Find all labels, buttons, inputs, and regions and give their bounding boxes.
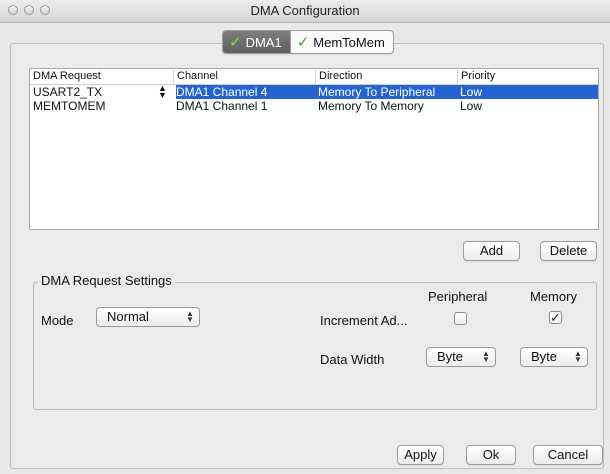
column-header-priority[interactable]: Priority (457, 70, 600, 84)
table-row[interactable]: USART2_TX ▲ ▼ DMA1 Channel 4 Memory To Pe… (30, 84, 598, 100)
data-width-memory-value: Byte (531, 349, 558, 364)
memory-column-label: Memory (530, 289, 577, 304)
add-button[interactable]: Add (463, 241, 520, 261)
mode-label: Mode (41, 313, 74, 328)
channel-cell: DMA1 Channel 4 (176, 85, 268, 99)
cancel-button[interactable]: Cancel (533, 445, 603, 465)
up-down-arrows-icon: ▲ ▼ (574, 349, 582, 364)
increment-address-label: Increment Ad... (320, 313, 408, 328)
request-cell: MEMTOMEM (33, 99, 106, 113)
dma-request-table[interactable]: DMA Request Channel Direction Priority U… (29, 68, 599, 230)
data-width-label: Data Width (320, 352, 385, 367)
tab-dma1[interactable]: ✓ DMA1 (223, 31, 290, 53)
check-icon: ✓ (296, 33, 310, 51)
direction-cell: Memory To Memory (318, 99, 424, 113)
increment-peripheral-checkbox[interactable] (454, 312, 467, 325)
window-title: DMA Configuration (250, 3, 360, 18)
ok-button[interactable]: Ok (466, 445, 516, 465)
up-down-arrows-icon[interactable]: ▲ ▼ (158, 84, 167, 100)
data-width-memory-select[interactable]: Byte ▲ ▼ (520, 347, 588, 367)
data-width-peripheral-select[interactable]: Byte ▲ ▼ (426, 347, 496, 367)
priority-cell: Low (460, 99, 483, 113)
dma-request-settings-group (33, 282, 597, 410)
priority-cell: Low (460, 85, 483, 99)
up-down-arrows-icon: ▲ ▼ (482, 349, 490, 364)
data-width-peripheral-value: Byte (437, 349, 464, 364)
checkmark-icon: ✓ (550, 310, 561, 325)
column-header-dma-request[interactable]: DMA Request (30, 70, 173, 84)
mode-select[interactable]: Normal ▲ ▼ (96, 307, 200, 327)
request-cell[interactable]: USART2_TX ▲ ▼ (30, 84, 176, 100)
title-bar: DMA Configuration (0, 0, 610, 23)
table-row[interactable]: MEMTOMEM DMA1 Channel 1 Memory To Memory… (30, 99, 598, 113)
apply-button[interactable]: Apply (397, 445, 444, 465)
tab-memtomem[interactable]: ✓ MemToMem (289, 31, 393, 53)
table-header: DMA Request Channel Direction Priority (30, 69, 598, 85)
tab-label: MemToMem (313, 34, 385, 50)
delete-button[interactable]: Delete (540, 241, 597, 261)
tab-bar: ✓ DMA1 ✓ MemToMem (222, 30, 394, 54)
request-value: USART2_TX (33, 85, 103, 99)
direction-cell: Memory To Peripheral (318, 85, 436, 99)
check-icon: ✓ (229, 33, 242, 51)
peripheral-column-label: Peripheral (428, 289, 488, 304)
mode-value: Normal (107, 309, 149, 324)
column-header-channel[interactable]: Channel (173, 70, 315, 84)
tab-label: DMA1 (245, 34, 282, 50)
up-down-arrows-icon: ▲ ▼ (186, 309, 194, 324)
column-header-direction[interactable]: Direction (315, 70, 457, 84)
group-title: DMA Request Settings (38, 273, 175, 288)
increment-memory-checkbox[interactable]: ✓ (549, 311, 562, 324)
channel-cell: DMA1 Channel 1 (176, 99, 268, 113)
